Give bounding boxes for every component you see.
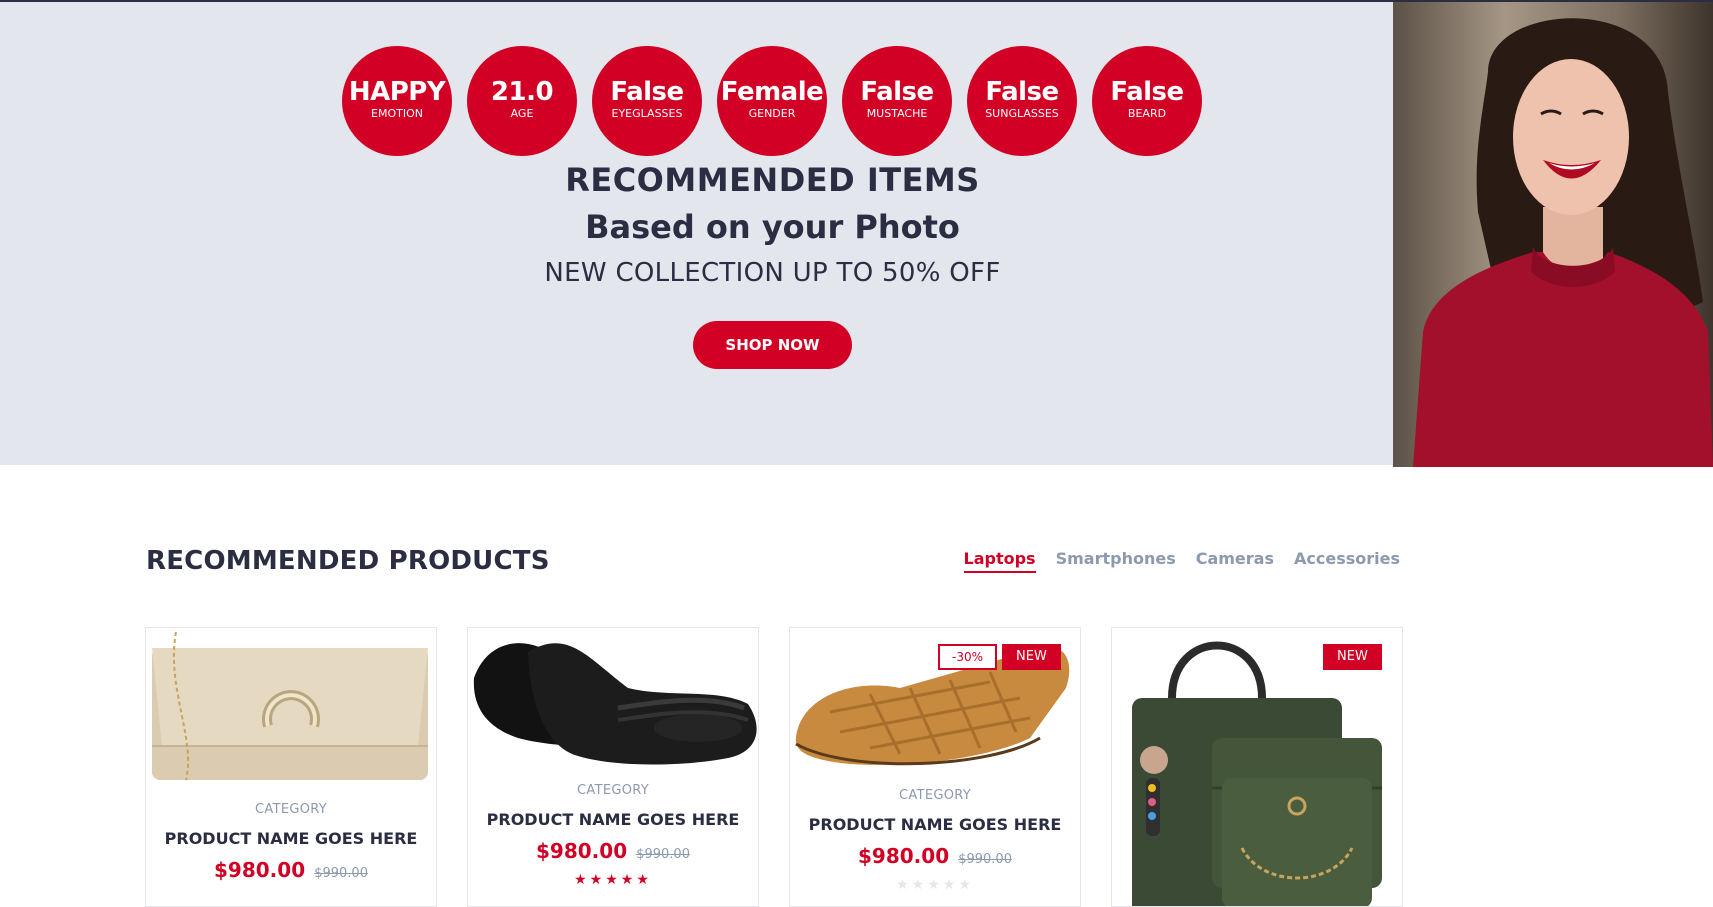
attribute-label: GENDER xyxy=(748,106,796,120)
new-badge: NEW xyxy=(1002,644,1061,670)
product-name[interactable]: PRODUCT NAME GOES HERE xyxy=(146,829,436,848)
product-card[interactable]: NEW xyxy=(1111,627,1403,907)
product-image-handbag[interactable]: NEW xyxy=(1112,628,1402,906)
product-category: CATEGORY xyxy=(899,788,971,803)
section-title: RECOMMENDED PRODUCTS xyxy=(146,546,550,576)
product-card[interactable]: -30% NEW CATEGORY PRODUCT NAME GOES HERE… xyxy=(789,627,1081,907)
hero-subtitle: Based on your Photo xyxy=(585,208,960,246)
attribute-gender: Female GENDER xyxy=(717,46,827,156)
attribute-age: 21.0 AGE xyxy=(467,46,577,156)
product-name[interactable]: PRODUCT NAME GOES HERE xyxy=(790,815,1080,834)
product-card[interactable]: CATEGORY PRODUCT NAME GOES HERE $980.00 … xyxy=(467,627,759,907)
product-card[interactable]: CATEGORY PRODUCT NAME GOES HERE $980.00 … xyxy=(145,627,437,907)
black-shoes-image xyxy=(473,643,757,765)
attribute-mustache: False MUSTACHE xyxy=(842,46,952,156)
attribute-value: Female xyxy=(720,76,824,107)
attribute-label: SUNGLASSES xyxy=(985,106,1059,120)
attribute-eyeglasses: False EYEGLASSES xyxy=(592,46,702,156)
portrait-image xyxy=(1393,2,1713,467)
product-image-sandal[interactable]: -30% NEW xyxy=(790,628,1080,788)
old-price: $990.00 xyxy=(314,866,368,881)
product-price: $980.00 $990.00 xyxy=(790,844,1080,868)
rating-stars: ★★★★★ xyxy=(574,871,652,887)
product-category: CATEGORY xyxy=(577,783,649,798)
attribute-value: False xyxy=(985,76,1059,107)
product-category: CATEGORY xyxy=(255,802,327,817)
product-name[interactable]: PRODUCT NAME GOES HERE xyxy=(468,810,758,829)
attribute-value: False xyxy=(1110,76,1184,107)
product-image-shoes[interactable] xyxy=(468,628,758,788)
attribute-value: False xyxy=(860,76,934,107)
old-price: $990.00 xyxy=(636,847,690,862)
category-tabs: Laptops Smartphones Cameras Accessories xyxy=(963,549,1400,573)
attribute-emotion: HAPPY EMOTION xyxy=(342,46,452,156)
attribute-label: AGE xyxy=(510,106,534,120)
attribute-sunglasses: False SUNGLASSES xyxy=(967,46,1077,156)
clutch-bag-image xyxy=(152,631,428,781)
attribute-value: HAPPY xyxy=(348,76,446,107)
current-price: $980.00 xyxy=(858,844,950,868)
face-attributes: HAPPY EMOTION 21.0 AGE False EYEGLASSES … xyxy=(342,46,1202,156)
product-price: $980.00 $990.00 xyxy=(146,858,436,882)
attribute-label: BEARD xyxy=(1127,106,1167,120)
product-info: CATEGORY PRODUCT NAME GOES HERE $980.00 … xyxy=(146,802,436,882)
hero-offer: NEW COLLECTION UP TO 50% OFF xyxy=(544,258,1001,288)
tab-smartphones[interactable]: Smartphones xyxy=(1056,549,1176,573)
attribute-label: EYEGLASSES xyxy=(611,106,683,120)
hero-title: RECOMMENDED ITEMS xyxy=(565,161,980,199)
attribute-label: MUSTACHE xyxy=(866,106,928,120)
current-price: $980.00 xyxy=(214,858,306,882)
discount-badge: -30% xyxy=(938,644,998,670)
attribute-label: EMOTION xyxy=(371,106,423,120)
product-info: CATEGORY PRODUCT NAME GOES HERE $980.00 … xyxy=(468,783,758,888)
tab-cameras[interactable]: Cameras xyxy=(1196,549,1274,573)
product-image-clutch[interactable] xyxy=(146,628,436,788)
hero-banner: HAPPY EMOTION 21.0 AGE False EYEGLASSES … xyxy=(0,0,1713,467)
attribute-beard: False BEARD xyxy=(1092,46,1202,156)
uploaded-photo xyxy=(1393,2,1713,467)
tab-laptops[interactable]: Laptops xyxy=(963,549,1036,573)
tab-accessories[interactable]: Accessories xyxy=(1294,549,1400,573)
current-price: $980.00 xyxy=(536,839,628,863)
product-info: CATEGORY PRODUCT NAME GOES HERE $980.00 … xyxy=(790,788,1080,893)
new-badge: NEW xyxy=(1323,644,1382,670)
shop-now-button[interactable]: SHOP NOW xyxy=(693,321,852,369)
rating-stars: ★★★★★ xyxy=(896,876,974,892)
old-price: $990.00 xyxy=(958,852,1012,867)
attribute-value: False xyxy=(610,76,684,107)
product-price: $980.00 $990.00 xyxy=(468,839,758,863)
attribute-value: 21.0 xyxy=(490,76,554,107)
